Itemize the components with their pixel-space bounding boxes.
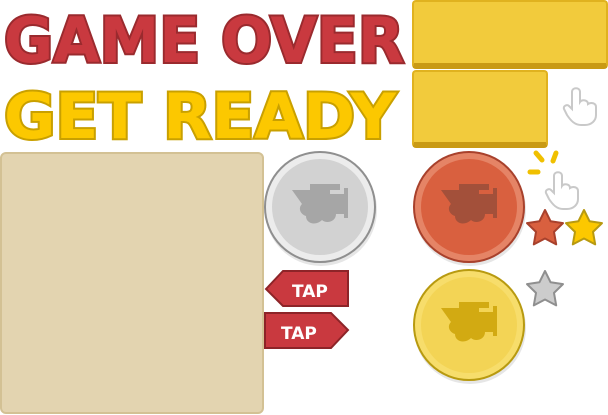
silver-star-icon	[526, 270, 564, 307]
pointer-hand-icon	[562, 87, 597, 126]
silver-medal	[264, 151, 377, 266]
tap-right-label: TAP	[281, 324, 317, 344]
tap-hand-icon	[527, 150, 579, 210]
bronze-medal	[413, 151, 526, 266]
gold-star-icon	[565, 209, 603, 246]
tap-right-button[interactable]: TAP	[264, 312, 350, 349]
gold-medal	[413, 269, 526, 384]
sprite-layer: TAP TAP	[264, 87, 603, 384]
bronze-star-icon	[526, 209, 564, 246]
tap-left-button[interactable]: TAP	[264, 270, 349, 307]
tap-left-label: TAP	[292, 282, 328, 302]
